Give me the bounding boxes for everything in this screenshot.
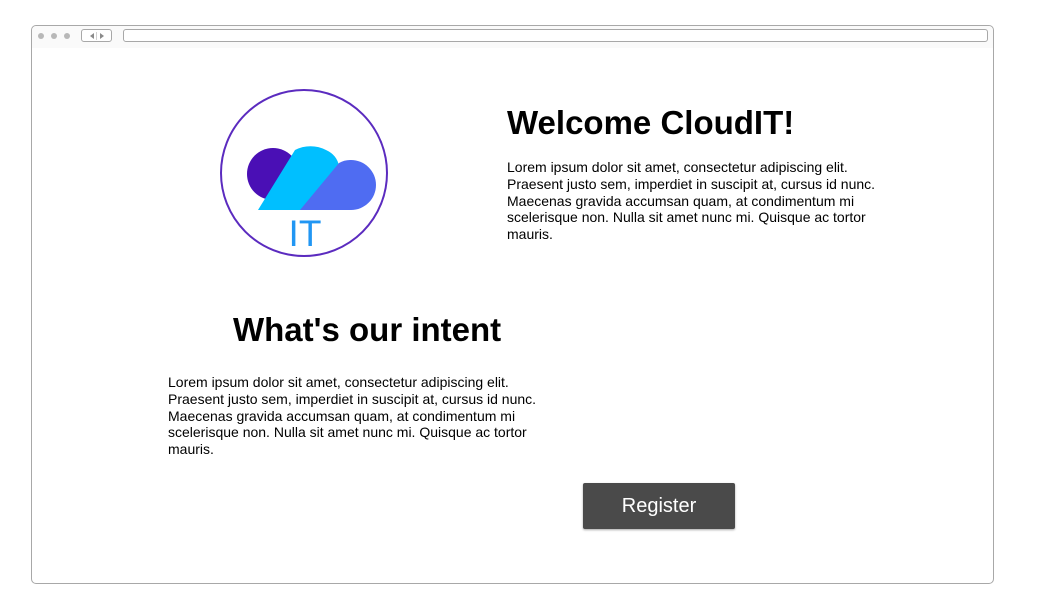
nav-buttons xyxy=(81,29,112,42)
intent-title: What's our intent xyxy=(233,311,502,348)
window-control-dot[interactable] xyxy=(51,33,57,39)
address-bar[interactable] xyxy=(123,29,988,42)
forward-arrow-icon[interactable] xyxy=(100,33,104,39)
intent-paragraph: Lorem ipsum dolor sit amet, consectetur … xyxy=(168,374,537,458)
browser-window: IT Welcome CloudIT! Lorem ipsum dolor si… xyxy=(31,25,994,584)
logo-text: IT xyxy=(289,213,322,254)
welcome-paragraph: Lorem ipsum dolor sit amet, consectetur … xyxy=(507,159,876,243)
register-button[interactable]: Register xyxy=(583,483,735,529)
welcome-title: Welcome CloudIT! xyxy=(507,104,795,141)
back-arrow-icon[interactable] xyxy=(90,33,94,39)
browser-toolbar xyxy=(32,26,993,48)
cloud-icon: IT xyxy=(220,89,388,257)
window-control-dot[interactable] xyxy=(38,33,44,39)
window-control-dot[interactable] xyxy=(64,33,70,39)
cloudit-logo: IT xyxy=(220,89,388,257)
nav-separator xyxy=(96,32,97,40)
